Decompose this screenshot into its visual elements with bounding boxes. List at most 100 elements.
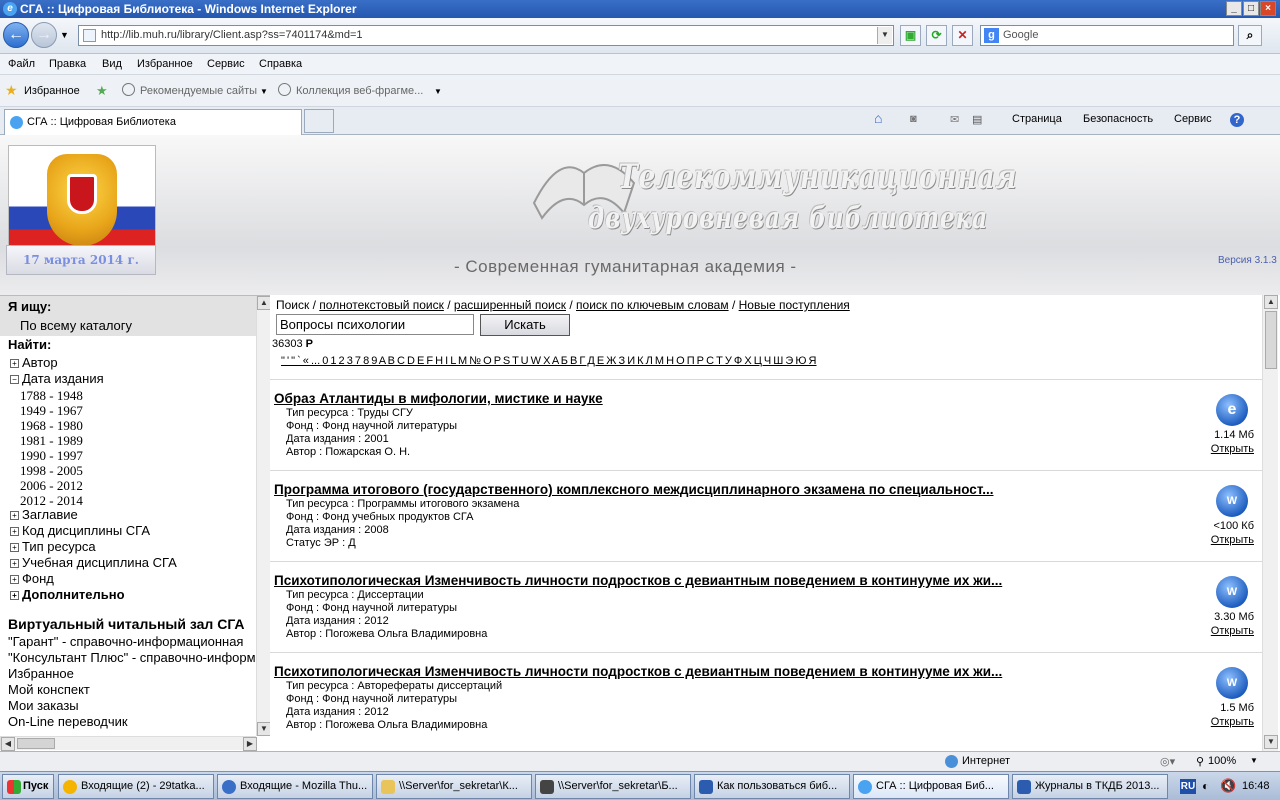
home-icon[interactable]: ⌂ bbox=[874, 110, 882, 126]
consultant-link[interactable]: "Консультант Плюс" - справочно-информ bbox=[8, 650, 256, 665]
add-favorite-icon[interactable]: ★ bbox=[96, 83, 108, 99]
scroll-down-icon[interactable]: ▼ bbox=[1264, 735, 1278, 749]
search-submit-button[interactable]: Искать bbox=[480, 314, 570, 336]
word-icon[interactable]: W bbox=[1216, 485, 1248, 517]
menu-file[interactable]: Файл bbox=[8, 58, 35, 70]
garant-link[interactable]: "Гарант" - справочно-информационная bbox=[8, 634, 243, 649]
close-button[interactable]: × bbox=[1260, 1, 1276, 16]
facet-extra[interactable]: + Дополнительно bbox=[10, 587, 125, 602]
menu-edit[interactable]: Правка bbox=[49, 58, 86, 70]
word-icon[interactable]: W bbox=[1216, 667, 1248, 699]
year-range[interactable]: 1788 - 1948 bbox=[20, 388, 83, 404]
mail-icon[interactable]: ✉ bbox=[950, 113, 959, 126]
address-dropdown-icon[interactable]: ▼ bbox=[877, 27, 892, 44]
facet-pubdate[interactable]: − Дата издания bbox=[10, 371, 104, 386]
year-range[interactable]: 1998 - 2005 bbox=[20, 463, 83, 479]
history-dropdown-icon[interactable]: ▼ bbox=[60, 30, 69, 40]
new-arrivals-link[interactable]: Новые поступления bbox=[739, 298, 850, 312]
chevron-down-icon[interactable]: ▼ bbox=[260, 87, 268, 96]
scroll-up-icon[interactable]: ▲ bbox=[257, 296, 271, 310]
maximize-button[interactable]: □ bbox=[1243, 1, 1259, 16]
taskbar-item[interactable]: Входящие (2) - 29tatka... bbox=[58, 774, 214, 799]
help-icon[interactable]: ? bbox=[1230, 113, 1244, 127]
query-input[interactable]: Вопросы психологии bbox=[276, 314, 474, 335]
clock[interactable]: 16:48 bbox=[1242, 780, 1270, 792]
open-link[interactable]: Открыть bbox=[1211, 534, 1254, 546]
open-link[interactable]: Открыть bbox=[1211, 625, 1254, 637]
menu-help[interactable]: Справка bbox=[259, 58, 302, 70]
refresh-icon[interactable]: ⟳ bbox=[926, 25, 947, 46]
web-slice-gallery[interactable]: Коллекция веб-фрагме... bbox=[296, 85, 423, 97]
compat-view-icon[interactable]: ▣ bbox=[900, 25, 921, 46]
year-range[interactable]: 1981 - 1989 bbox=[20, 433, 83, 449]
keyword-search-link[interactable]: поиск по ключевым словам bbox=[576, 298, 729, 312]
notes-link[interactable]: Мой конспект bbox=[8, 682, 90, 697]
alphabet-index[interactable]: " ' " ` « ... 0 1 2 3 7 8 9 A B C D E F … bbox=[281, 355, 819, 367]
scope-selector[interactable]: По всему каталогу bbox=[20, 318, 132, 333]
minimize-button[interactable]: _ bbox=[1226, 1, 1242, 16]
facet-fund[interactable]: + Фонд bbox=[10, 571, 54, 586]
menu-tools[interactable]: Сервис bbox=[207, 58, 245, 70]
print-icon[interactable]: ▤ bbox=[972, 113, 982, 126]
sidebar-scrollbar[interactable]: ▲ ▼ bbox=[256, 296, 271, 736]
result-title[interactable]: Программа итогового (государственного) к… bbox=[274, 482, 994, 497]
scroll-thumb[interactable] bbox=[1265, 311, 1277, 369]
scroll-thumb[interactable] bbox=[17, 738, 55, 749]
facet-title[interactable]: + Заглавие bbox=[10, 507, 78, 522]
back-button[interactable]: ← bbox=[3, 22, 29, 48]
fulltext-search-link[interactable]: полнотекстовый поиск bbox=[319, 298, 444, 312]
main-scrollbar[interactable]: ▲ ▼ bbox=[1262, 295, 1278, 751]
facet-discipline[interactable]: + Учебная дисциплина СГА bbox=[10, 555, 177, 570]
tools-menu[interactable]: Сервис bbox=[1174, 113, 1212, 125]
scroll-down-icon[interactable]: ▼ bbox=[257, 722, 271, 736]
rss-icon[interactable]: ◙ bbox=[910, 113, 917, 125]
favorites-button[interactable]: Избранное bbox=[24, 85, 80, 97]
alphabet-letters[interactable]: " ' " ` « ... 0 1 2 3 7 8 9 A B C D E F … bbox=[281, 355, 817, 367]
open-link[interactable]: Открыть bbox=[1211, 443, 1254, 455]
taskbar-item-active[interactable]: СГА :: Цифровая Биб... bbox=[853, 774, 1009, 799]
year-range[interactable]: 1968 - 1980 bbox=[20, 418, 83, 434]
page-menu[interactable]: Страница bbox=[1012, 113, 1062, 125]
recommended-sites[interactable]: Рекомендуемые сайты bbox=[140, 85, 257, 97]
new-tab-button[interactable] bbox=[304, 109, 334, 133]
year-range[interactable]: 1990 - 1997 bbox=[20, 448, 83, 464]
taskbar-item[interactable]: Входящие - Mozilla Thu... bbox=[217, 774, 373, 799]
scroll-right-icon[interactable]: ▶ bbox=[243, 737, 257, 751]
chevron-down-icon[interactable]: ▼ bbox=[1250, 756, 1258, 765]
protected-mode-icon[interactable]: ◎▾ bbox=[1160, 755, 1175, 768]
facet-author[interactable]: + Автор bbox=[10, 355, 58, 370]
translator-link[interactable]: On-Line переводчик bbox=[8, 714, 128, 729]
scroll-up-icon[interactable]: ▲ bbox=[1264, 295, 1278, 309]
menu-view[interactable]: Вид bbox=[102, 58, 122, 70]
ie-icon[interactable]: e bbox=[1216, 394, 1248, 426]
safety-menu[interactable]: Безопасность bbox=[1083, 113, 1153, 125]
taskbar-item[interactable]: Как пользоваться биб... bbox=[694, 774, 850, 799]
taskbar-item[interactable]: \\Server\for_sekretar\Б... bbox=[535, 774, 691, 799]
result-title[interactable]: Психотипологическая Изменчивость личност… bbox=[274, 664, 1002, 679]
address-bar[interactable]: http://lib.muh.ru/library/Client.asp?ss=… bbox=[78, 25, 894, 46]
tab-active[interactable]: СГА :: Цифровая Библиотека bbox=[4, 109, 302, 135]
result-title[interactable]: Психотипологическая Изменчивость личност… bbox=[274, 573, 1002, 588]
menu-favorites[interactable]: Избранное bbox=[137, 58, 193, 70]
search-button[interactable]: ⌕ bbox=[1238, 25, 1262, 46]
year-range[interactable]: 2006 - 2012 bbox=[20, 478, 83, 494]
stop-icon[interactable]: ✕ bbox=[952, 25, 973, 46]
volume-icon[interactable]: 🔇 bbox=[1220, 778, 1236, 794]
zoom-level[interactable]: 100% bbox=[1208, 755, 1236, 767]
word-icon[interactable]: W bbox=[1216, 576, 1248, 608]
facet-restype[interactable]: + Тип ресурса bbox=[10, 539, 96, 554]
favorites-link[interactable]: Избранное bbox=[8, 666, 74, 681]
facet-code[interactable]: + Код дисциплины СГА bbox=[10, 523, 150, 538]
sidebar-hscrollbar[interactable]: ◀ ▶ bbox=[0, 736, 257, 751]
advanced-search-link[interactable]: расширенный поиск bbox=[454, 298, 566, 312]
network-icon[interactable]: ◐ bbox=[1202, 779, 1209, 793]
language-indicator[interactable]: RU bbox=[1180, 779, 1196, 794]
chevron-down-icon[interactable]: ▼ bbox=[434, 87, 442, 96]
start-button[interactable]: Пуск bbox=[2, 774, 54, 799]
result-title[interactable]: Образ Атлантиды в мифологии, мистике и н… bbox=[274, 391, 603, 406]
scroll-left-icon[interactable]: ◀ bbox=[1, 737, 15, 751]
orders-link[interactable]: Мои заказы bbox=[8, 698, 79, 713]
taskbar-item[interactable]: Журналы в ТКДБ 2013... bbox=[1012, 774, 1168, 799]
open-link[interactable]: Открыть bbox=[1211, 716, 1254, 728]
search-input[interactable]: g Google bbox=[980, 25, 1234, 46]
